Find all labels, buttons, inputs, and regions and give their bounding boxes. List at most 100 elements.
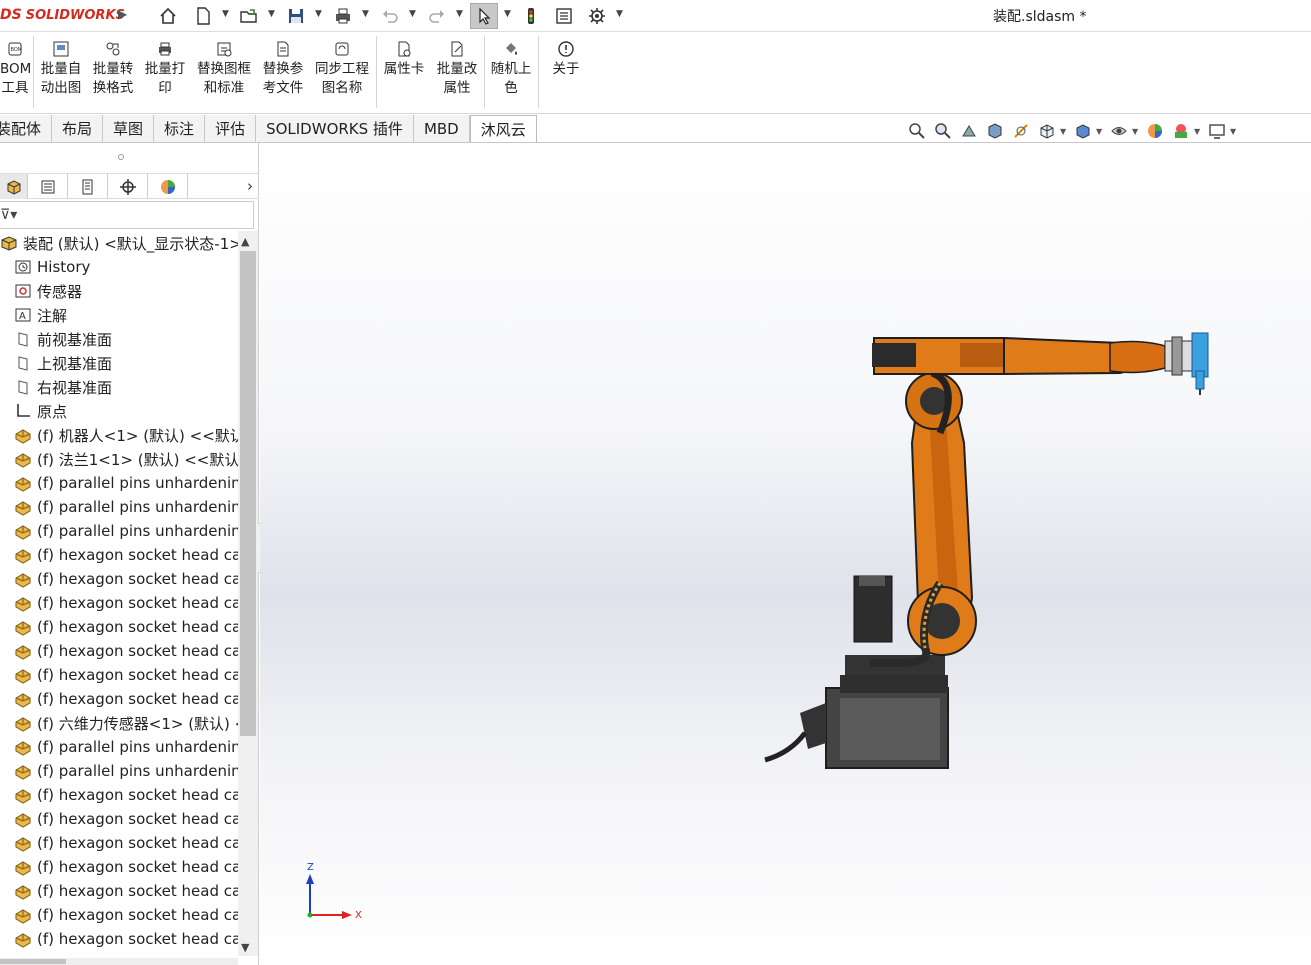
dynamic-annotation-icon[interactable]: [1008, 120, 1034, 142]
tree-filter-field[interactable]: ⊽▾: [0, 201, 254, 229]
tree-item[interactable]: (f) hexagon socket head cap: [0, 615, 238, 639]
scroll-thumb[interactable]: [240, 251, 256, 736]
options-gear-icon[interactable]: [584, 3, 610, 29]
scroll-up-icon[interactable]: ▲: [241, 235, 249, 248]
tab-8[interactable]: 沐风云: [469, 115, 537, 143]
tree-item[interactable]: 传感器: [0, 279, 238, 303]
edit-appearance-icon[interactable]: [1142, 120, 1168, 142]
display-style-icon[interactable]: [1070, 120, 1096, 142]
tree-item[interactable]: (f) hexagon socket head cap: [0, 687, 238, 711]
options-dropdown-icon[interactable]: ▼: [616, 9, 623, 19]
apply-scene-icon[interactable]: [1168, 120, 1194, 142]
ribbon-button-5[interactable]: 替换图框 和标准: [196, 38, 252, 98]
tree-item[interactable]: (f) hexagon socket head cap: [0, 927, 238, 951]
tree-item[interactable]: (f) hexagon socket head cap: [0, 807, 238, 831]
ribbon-button-4[interactable]: 批量打印: [142, 38, 188, 98]
tab-6[interactable]: SOLIDWORKS 插件: [256, 115, 414, 143]
ribbon-button-1[interactable]: BOM BOM 工具: [0, 38, 31, 98]
tree-item[interactable]: 上视基准面: [0, 351, 238, 375]
redo-dropdown-icon[interactable]: ▼: [456, 9, 463, 19]
save-dropdown-icon[interactable]: ▼: [315, 9, 322, 19]
tree-item[interactable]: (f) hexagon socket head cap: [0, 591, 238, 615]
undo-dropdown-icon[interactable]: ▼: [409, 9, 416, 19]
apply-scene-dropdown-icon[interactable]: ▼: [1194, 127, 1204, 136]
tree-item[interactable]: (f) hexagon socket head cap: [0, 543, 238, 567]
ribbon-button-11[interactable]: 关于: [546, 38, 586, 79]
tree-item[interactable]: (f) hexagon socket head cap: [0, 879, 238, 903]
view-settings-dropdown-icon[interactable]: ▼: [1230, 127, 1240, 136]
file-properties-icon[interactable]: [551, 3, 577, 29]
tree-item[interactable]: A 注解: [0, 303, 238, 327]
tab-5[interactable]: 评估: [205, 115, 257, 143]
tree-item[interactable]: History: [0, 255, 238, 279]
ribbon-button-3[interactable]: 批量转 换格式: [90, 38, 136, 98]
dimxpert-manager-tab-icon[interactable]: [108, 174, 148, 199]
panel-tabs-more-icon[interactable]: ›: [247, 177, 253, 195]
ribbon-button-8[interactable]: 属性卡: [380, 38, 428, 79]
new-dropdown-icon[interactable]: ▼: [222, 9, 229, 19]
hide-show-items-icon[interactable]: [1106, 120, 1132, 142]
tree-item[interactable]: (f) hexagon socket head cap: [0, 903, 238, 927]
feature-manager-tab-icon[interactable]: [0, 174, 28, 199]
tree-item[interactable]: (f) 机器人<1> (默认) <<默认>_显示状态 1>: [0, 423, 238, 447]
graphics-viewport[interactable]: Z X: [260, 143, 1311, 965]
tab-3[interactable]: 草图: [103, 115, 155, 143]
view-settings-icon[interactable]: [1204, 120, 1230, 142]
open-dropdown-icon[interactable]: ▼: [268, 9, 275, 19]
filter-icon[interactable]: ⊽▾: [0, 207, 17, 223]
tree-item[interactable]: 原点: [0, 399, 238, 423]
tree-item[interactable]: (f) hexagon socket head cap: [0, 855, 238, 879]
tree-item[interactable]: 右视基准面: [0, 375, 238, 399]
tree-item[interactable]: (f) hexagon socket head cap: [0, 783, 238, 807]
redo-icon[interactable]: [424, 3, 450, 29]
ribbon-button-6[interactable]: 替换参 考文件: [260, 38, 306, 98]
section-view-icon[interactable]: [982, 120, 1008, 142]
tree-item[interactable]: 前视基准面: [0, 327, 238, 351]
tab-1[interactable]: 装配体: [0, 115, 53, 143]
view-orientation-dropdown-icon[interactable]: ▼: [1060, 127, 1070, 136]
new-document-icon[interactable]: [190, 3, 216, 29]
select-dropdown-icon[interactable]: ▼: [504, 9, 511, 19]
traffic-light-icon[interactable]: [518, 3, 544, 29]
tree-item[interactable]: (f) hexagon socket head cap: [0, 663, 238, 687]
ribbon-button-2[interactable]: 批量自 动出图: [38, 38, 84, 98]
tree-item[interactable]: (f) hexagon socket head cap: [0, 639, 238, 663]
tree-item[interactable]: (f) parallel pins unhardening: [0, 735, 238, 759]
tree-item[interactable]: (f) parallel pins unhardening: [0, 759, 238, 783]
logo-menu-arrow-icon[interactable]: ▶: [118, 7, 127, 21]
undo-icon[interactable]: [377, 3, 403, 29]
solidworks-logo[interactable]: DS SOLIDWORKS: [0, 5, 125, 25]
hide-show-dropdown-icon[interactable]: ▼: [1132, 127, 1142, 136]
tree-item[interactable]: (f) 六维力传感器<1> (默认) <<默认>_显示状态 1>: [0, 711, 238, 735]
tab-4[interactable]: 标注: [154, 115, 206, 143]
tree-vertical-scrollbar[interactable]: ▲ ▼: [238, 231, 258, 956]
ribbon-button-10[interactable]: 随机上色: [488, 38, 534, 98]
print-dropdown-icon[interactable]: ▼: [362, 9, 369, 19]
robot-arm-model[interactable]: [260, 143, 1311, 965]
property-manager-tab-icon[interactable]: [28, 174, 68, 199]
open-icon[interactable]: [236, 3, 262, 29]
select-icon[interactable]: [470, 3, 498, 29]
print-icon[interactable]: [330, 3, 356, 29]
home-icon[interactable]: [155, 3, 181, 29]
ribbon-button-7[interactable]: 同步工程 图名称: [312, 38, 372, 98]
zoom-to-fit-icon[interactable]: [904, 120, 930, 142]
configuration-manager-tab-icon[interactable]: [68, 174, 108, 199]
scroll-down-icon[interactable]: ▼: [241, 941, 249, 954]
tree-item[interactable]: (f) hexagon socket head cap: [0, 831, 238, 855]
tree-item[interactable]: (f) parallel pins unhardening: [0, 471, 238, 495]
previous-view-icon[interactable]: [956, 120, 982, 142]
ribbon-button-9[interactable]: 批量改 属性: [434, 38, 480, 98]
save-icon[interactable]: [283, 3, 309, 29]
zoom-to-area-icon[interactable]: [930, 120, 956, 142]
view-orientation-icon[interactable]: [1034, 120, 1060, 142]
tab-2[interactable]: 布局: [52, 115, 104, 143]
tree-item[interactable]: (f) parallel pins unhardening: [0, 495, 238, 519]
display-style-dropdown-icon[interactable]: ▼: [1096, 127, 1106, 136]
tree-item[interactable]: (f) hexagon socket head cap: [0, 567, 238, 591]
tree-item[interactable]: (f) parallel pins unhardening: [0, 519, 238, 543]
tree-horizontal-scrollbar[interactable]: [0, 958, 238, 965]
tree-root-assembly[interactable]: 装配 (默认) <默认_显示状态-1>: [0, 231, 238, 255]
tab-7[interactable]: MBD: [413, 115, 470, 143]
display-manager-tab-icon[interactable]: [148, 174, 188, 199]
